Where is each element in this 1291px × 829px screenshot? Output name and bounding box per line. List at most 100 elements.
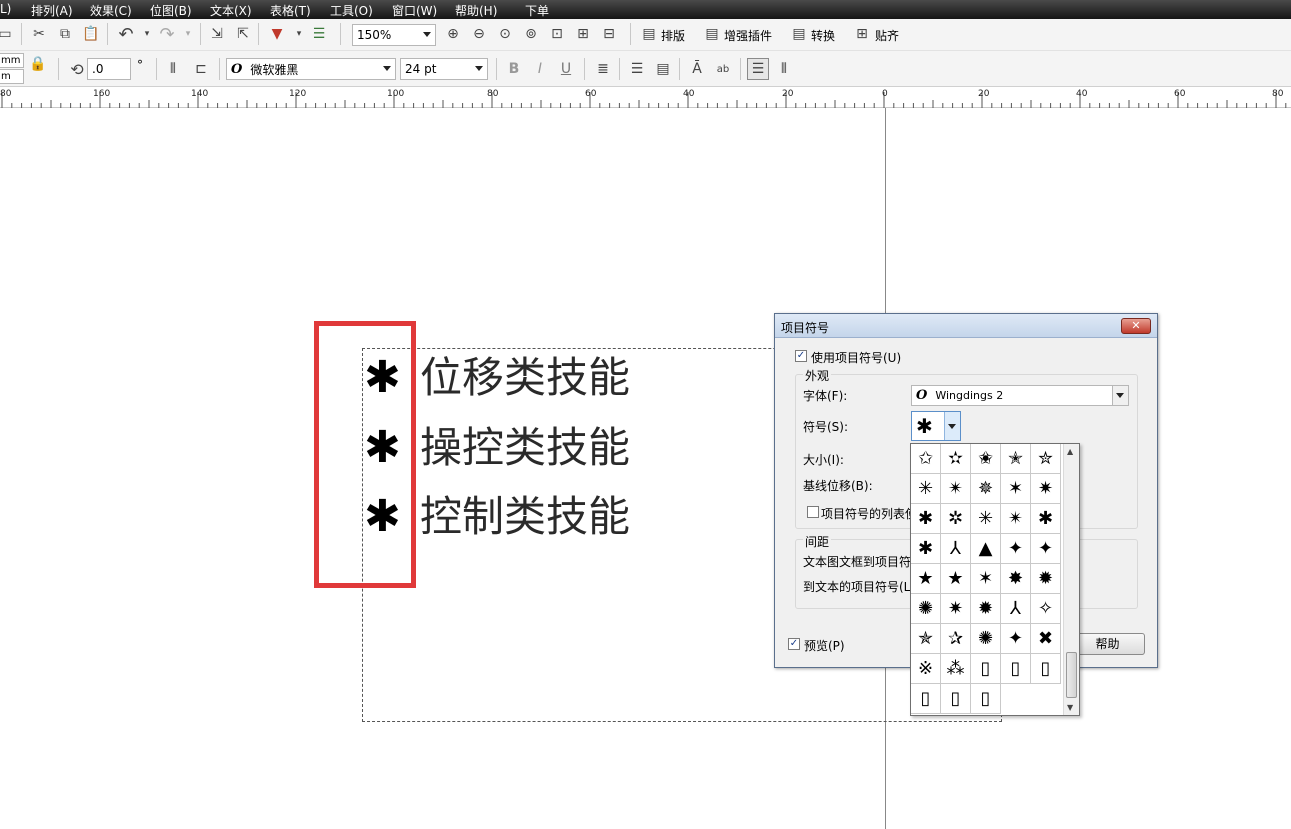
- list-option-label[interactable]: 项目符号的列表使: [821, 505, 917, 522]
- symbol-cell[interactable]: ✹: [1031, 564, 1061, 594]
- horizontal-ruler[interactable]: 80 160 140 120 100 80 60 40 20 0 20 40 6…: [0, 88, 1291, 108]
- symbol-cell[interactable]: ★: [941, 564, 971, 594]
- paste-icon[interactable]: 📋: [80, 23, 102, 45]
- symbol-cell[interactable]: ✵: [971, 474, 1001, 504]
- snap-plugin-label[interactable]: 贴齐: [875, 27, 899, 44]
- symbol-cell[interactable]: ✷: [1031, 474, 1061, 504]
- italic-icon[interactable]: I: [529, 58, 551, 80]
- font-size-select[interactable]: 24 pt: [400, 58, 488, 80]
- help-button[interactable]: 帮助: [1070, 633, 1145, 655]
- print-icon[interactable]: ▭: [0, 23, 16, 45]
- symbol-cell[interactable]: ✱: [911, 534, 941, 564]
- symbol-cell[interactable]: ⅄: [1001, 594, 1031, 624]
- zoom-all-icon[interactable]: ⊚: [520, 23, 542, 45]
- symbol-cell[interactable]: ✹: [971, 594, 1001, 624]
- publish-dropdown-icon[interactable]: ▾: [288, 23, 310, 45]
- zoom-height-icon[interactable]: ⊟: [598, 23, 620, 45]
- redo-icon[interactable]: ↷: [156, 23, 178, 45]
- use-bullets-checkbox[interactable]: ✓: [795, 350, 807, 362]
- zoom-width-icon[interactable]: ⊞: [572, 23, 594, 45]
- convert-plugin-label[interactable]: 转换: [811, 27, 835, 44]
- symbol-cell[interactable]: ✭: [1001, 444, 1031, 474]
- redo-dropdown-icon[interactable]: ▾: [177, 23, 199, 45]
- bullet-symbol-select[interactable]: ✱: [911, 411, 961, 441]
- symbol-cell[interactable]: ✦: [1001, 624, 1031, 654]
- scroll-down-icon[interactable]: ▼: [1067, 703, 1073, 712]
- export-icon[interactable]: ⇱: [232, 23, 254, 45]
- scroll-up-icon[interactable]: ▲: [1067, 447, 1073, 456]
- symbol-cell[interactable]: ✲: [941, 504, 971, 534]
- text-align-icon[interactable]: ≣: [592, 58, 614, 80]
- bullet-font-select[interactable]: O Wingdings 2: [911, 385, 1129, 406]
- menu-order[interactable]: 下单: [525, 2, 549, 19]
- menu-layout[interactable]: L): [0, 2, 11, 16]
- menu-text[interactable]: 文本(X): [210, 2, 252, 19]
- zoom-page-icon[interactable]: ⊡: [546, 23, 568, 45]
- zoom-out-icon[interactable]: ⊖: [468, 23, 490, 45]
- symbol-cell[interactable]: ▲: [971, 534, 1001, 564]
- align-icon[interactable]: ⊏: [190, 58, 212, 80]
- menu-table[interactable]: 表格(T): [270, 2, 311, 19]
- symbol-cell[interactable]: ✺: [971, 624, 1001, 654]
- layout-plugin-icon[interactable]: ▤: [638, 23, 660, 45]
- symbol-cell[interactable]: ✷: [941, 594, 971, 624]
- symbol-cell[interactable]: ✖: [1031, 624, 1061, 654]
- convert-plugin-icon[interactable]: ▤: [788, 23, 810, 45]
- symbol-cell[interactable]: ✦: [1001, 534, 1031, 564]
- symbol-cell[interactable]: ✰: [941, 624, 971, 654]
- symbol-cell[interactable]: ✩: [911, 444, 941, 474]
- rotation-input[interactable]: .0: [87, 58, 131, 80]
- symbol-cell[interactable]: ✳: [911, 474, 941, 504]
- snap-plugin-icon[interactable]: ⊞: [851, 23, 873, 45]
- menu-effects[interactable]: 效果(C): [90, 2, 132, 19]
- bold-icon[interactable]: B: [503, 58, 525, 80]
- symbol-cell[interactable]: ✫: [941, 444, 971, 474]
- symbol-cell[interactable]: ▯: [1031, 654, 1061, 684]
- menu-bitmaps[interactable]: 位图(B): [150, 2, 192, 19]
- underline-icon[interactable]: U: [555, 58, 577, 80]
- use-bullets-label[interactable]: 使用项目符号(U): [811, 349, 901, 366]
- undo-icon[interactable]: ↶: [115, 23, 137, 45]
- symbol-cell[interactable]: ✸: [1001, 564, 1031, 594]
- symbol-cell[interactable]: ✦: [1031, 534, 1061, 564]
- horizontal-text-icon[interactable]: ☰: [747, 58, 769, 80]
- symbol-cell[interactable]: ✳: [971, 504, 1001, 534]
- symbol-cell[interactable]: ✮: [1031, 444, 1061, 474]
- symbol-cell[interactable]: ⁂: [941, 654, 971, 684]
- height-unit-field[interactable]: m: [0, 69, 24, 84]
- menu-tools[interactable]: 工具(O): [330, 2, 373, 19]
- symbol-cell[interactable]: ✴: [941, 474, 971, 504]
- layout-plugin-label[interactable]: 排版: [661, 27, 685, 44]
- vertical-text-icon[interactable]: ⦀: [773, 58, 795, 80]
- mirror-horizontal-icon[interactable]: ⫴: [162, 58, 184, 80]
- symbol-cell[interactable]: ✧: [1031, 594, 1061, 624]
- close-icon[interactable]: ✕: [1121, 318, 1151, 334]
- symbol-cell[interactable]: ✶: [971, 564, 1001, 594]
- zoom-selected-icon[interactable]: ⊙: [494, 23, 516, 45]
- drop-cap-icon[interactable]: ▤: [652, 58, 674, 80]
- zoom-in-icon[interactable]: ⊕: [442, 23, 464, 45]
- symbol-cell[interactable]: ⅄: [941, 534, 971, 564]
- zoom-select[interactable]: 150%: [352, 24, 436, 46]
- width-unit-field[interactable]: mm: [0, 53, 24, 68]
- copy-icon[interactable]: ⧉: [54, 23, 76, 45]
- symbol-cell[interactable]: ▯: [1001, 654, 1031, 684]
- symbol-cell[interactable]: ※: [911, 654, 941, 684]
- enhance-plugin-label[interactable]: 增强插件: [724, 27, 772, 44]
- symbol-cell[interactable]: ▯: [911, 684, 941, 714]
- symbol-cell[interactable]: ✱: [911, 504, 941, 534]
- symbol-cell[interactable]: ▯: [971, 684, 1001, 714]
- cut-icon[interactable]: ✂: [28, 23, 50, 45]
- symbol-cell[interactable]: ✯: [911, 624, 941, 654]
- symbol-cell[interactable]: ✺: [911, 594, 941, 624]
- publish-pdf-icon[interactable]: ▼: [266, 23, 288, 45]
- import-icon[interactable]: ⇲: [206, 23, 228, 45]
- symbol-cell[interactable]: ✴: [1001, 504, 1031, 534]
- dialog-titlebar[interactable]: 项目符号 ✕: [775, 314, 1157, 338]
- symbol-cell[interactable]: ✶: [1001, 474, 1031, 504]
- menu-window[interactable]: 窗口(W): [392, 2, 437, 19]
- lock-ratio-icon[interactable]: 🔒: [27, 53, 49, 75]
- font-family-select[interactable]: O 微软雅黑: [226, 58, 396, 80]
- enhance-plugin-icon[interactable]: ▤: [701, 23, 723, 45]
- symbol-cell[interactable]: ▯: [971, 654, 1001, 684]
